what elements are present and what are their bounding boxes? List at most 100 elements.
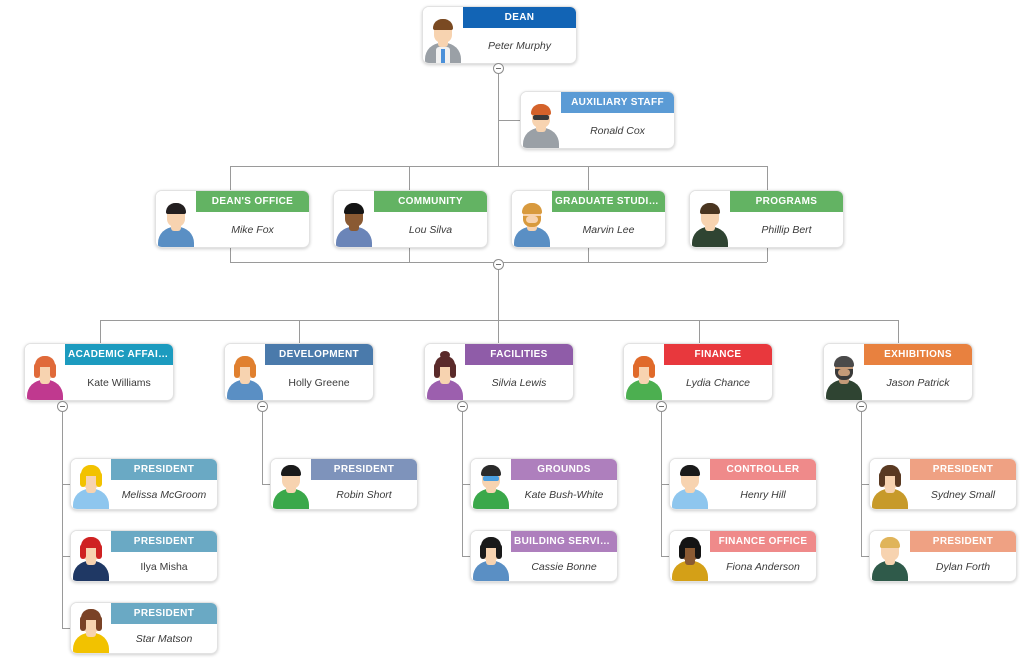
org-node-title: EXHIBITIONS [864, 344, 972, 365]
avatar-programs [690, 191, 730, 247]
collapse-toggle-finance[interactable] [656, 401, 667, 412]
org-node-person-name: Silvia Lewis [491, 376, 547, 389]
org-node-grounds[interactable]: GROUNDS Kate Bush-White [470, 458, 618, 510]
avatar-academic-affairs [25, 344, 65, 400]
connector-drop-finance [699, 320, 700, 343]
org-node-title: PRESIDENT [111, 459, 217, 480]
org-node-person-name: Kate Bush-White [524, 488, 604, 501]
org-node-president-star[interactable]: PRESIDENT Star Matson [70, 602, 218, 654]
connector-rise-programs [767, 248, 768, 262]
avatar-president-dylan [870, 531, 910, 581]
org-node-title: DEAN [463, 7, 576, 28]
org-node-president-dylan[interactable]: PRESIDENT Dylan Forth [869, 530, 1017, 582]
avatar-controller [670, 459, 710, 509]
org-node-graduate-studies[interactable]: GRADUATE STUDIES Marvin Lee [511, 190, 666, 248]
org-node-exhibitions[interactable]: EXHIBITIONS Jason Patrick [823, 343, 973, 401]
avatar-community [334, 191, 374, 247]
connector-stub-controller [661, 484, 669, 485]
org-node-person-name: Henry Hill [740, 488, 786, 501]
connector-trunk-to-departments [498, 262, 499, 320]
org-node-person-name: Cassie Bonne [531, 560, 597, 573]
connector-drop-programs [767, 166, 768, 190]
org-node-person-name: Ronald Cox [590, 124, 645, 137]
org-node-person-name: Sydney Small [930, 488, 996, 501]
org-node-development[interactable]: DEVELOPMENT Holly Greene [224, 343, 374, 401]
org-node-facilities[interactable]: FACILITIES Silvia Lewis [424, 343, 574, 401]
org-node-community[interactable]: COMMUNITY Lou Silva [333, 190, 488, 248]
avatar-president-ilya [71, 531, 111, 581]
connector-stub-building-services [462, 556, 470, 557]
avatar-president-melissa [71, 459, 111, 509]
org-node-person-name: Holly Greene [288, 376, 350, 389]
avatar-exhibitions [824, 344, 864, 400]
avatar-president-robin [271, 459, 311, 509]
collapse-toggle-dean[interactable] [493, 63, 504, 74]
org-node-title: PRESIDENT [910, 531, 1016, 552]
collapse-toggle-development[interactable] [257, 401, 268, 412]
avatar-facilities [425, 344, 465, 400]
org-node-person-name: Peter Murphy [487, 39, 552, 52]
connector-division-bus [230, 166, 767, 167]
org-node-building-services[interactable]: BUILDING SERVICES Cassie Bonne [470, 530, 618, 582]
org-node-controller[interactable]: CONTROLLER Henry Hill [669, 458, 817, 510]
collapse-toggle-exhibitions[interactable] [856, 401, 867, 412]
org-node-title: GRADUATE STUDIES [552, 191, 665, 212]
connector-spine-development [262, 406, 263, 484]
org-node-academic-affairs[interactable]: ACADEMIC AFFAIRS Kate Williams [24, 343, 174, 401]
connector-drop-development [299, 320, 300, 343]
connector-spine-exhibitions [861, 406, 862, 556]
org-node-president-ilya[interactable]: PRESIDENT Ilya Misha [70, 530, 218, 582]
org-node-programs[interactable]: PROGRAMS Phillip Bert [689, 190, 844, 248]
org-node-auxiliary-staff[interactable]: AUXILIARY STAFF Ronald Cox [520, 91, 675, 149]
connector-stub-finance-office [661, 556, 669, 557]
org-node-title: PRESIDENT [111, 603, 217, 624]
collapse-toggle-divisions[interactable] [493, 259, 504, 270]
org-node-person-name: Dylan Forth [935, 560, 991, 573]
org-node-title: DEAN'S OFFICE [196, 191, 309, 212]
connector-drop-community [409, 166, 410, 190]
connector-trunk-to-divisions [498, 120, 499, 166]
connector-drop-academic-affairs [100, 320, 101, 343]
org-node-president-melissa[interactable]: PRESIDENT Melissa McGroom [70, 458, 218, 510]
org-node-president-robin[interactable]: PRESIDENT Robin Short [270, 458, 418, 510]
org-node-person-name: Jason Patrick [886, 376, 950, 389]
connector-department-bus [100, 320, 898, 321]
connector-stub-president-sydney [861, 484, 869, 485]
connector-rise-graduate-studies [588, 248, 589, 262]
org-node-finance-office[interactable]: FINANCE OFFICE Fiona Anderson [669, 530, 817, 582]
collapse-toggle-facilities[interactable] [457, 401, 468, 412]
org-node-finance[interactable]: FINANCE Lydia Chance [623, 343, 773, 401]
org-node-person-name: Lou Silva [408, 223, 453, 236]
org-node-person-name: Lydia Chance [685, 376, 751, 389]
org-node-title: FACILITIES [465, 344, 573, 365]
connector-spine-academic-affairs [62, 406, 63, 628]
avatar-finance-office [670, 531, 710, 581]
avatar-president-sydney [870, 459, 910, 509]
avatar-development [225, 344, 265, 400]
org-node-title: PRESIDENT [111, 531, 217, 552]
org-node-person-name: Fiona Anderson [726, 560, 800, 573]
org-node-president-sydney[interactable]: PRESIDENT Sydney Small [869, 458, 1017, 510]
org-node-dean[interactable]: DEAN Peter Murphy [422, 6, 577, 64]
connector-drop-graduate-studies [588, 166, 589, 190]
connector-stub-president-ilya [62, 556, 70, 557]
connector-spine-facilities [462, 406, 463, 556]
connector-drop-exhibitions [898, 320, 899, 343]
org-node-person-name: Ilya Misha [140, 560, 188, 573]
org-node-deans-office[interactable]: DEAN'S OFFICE Mike Fox [155, 190, 310, 248]
avatar-president-star [71, 603, 111, 653]
avatar-building-services [471, 531, 511, 581]
org-node-title: FINANCE [664, 344, 772, 365]
org-node-title: PRESIDENT [910, 459, 1016, 480]
connector-stub-president-dylan [861, 556, 869, 557]
org-node-title: FINANCE OFFICE [710, 531, 816, 552]
connector-stub-president-robin [262, 484, 270, 485]
connector-stub-president-star [62, 628, 70, 629]
connector-rise-community [409, 248, 410, 262]
avatar-finance [624, 344, 664, 400]
connector-drop-facilities [498, 320, 499, 343]
org-node-person-name: Kate Williams [87, 376, 151, 389]
avatar-graduate-studies [512, 191, 552, 247]
collapse-toggle-academic-affairs[interactable] [57, 401, 68, 412]
org-node-person-name: Marvin Lee [582, 223, 635, 236]
